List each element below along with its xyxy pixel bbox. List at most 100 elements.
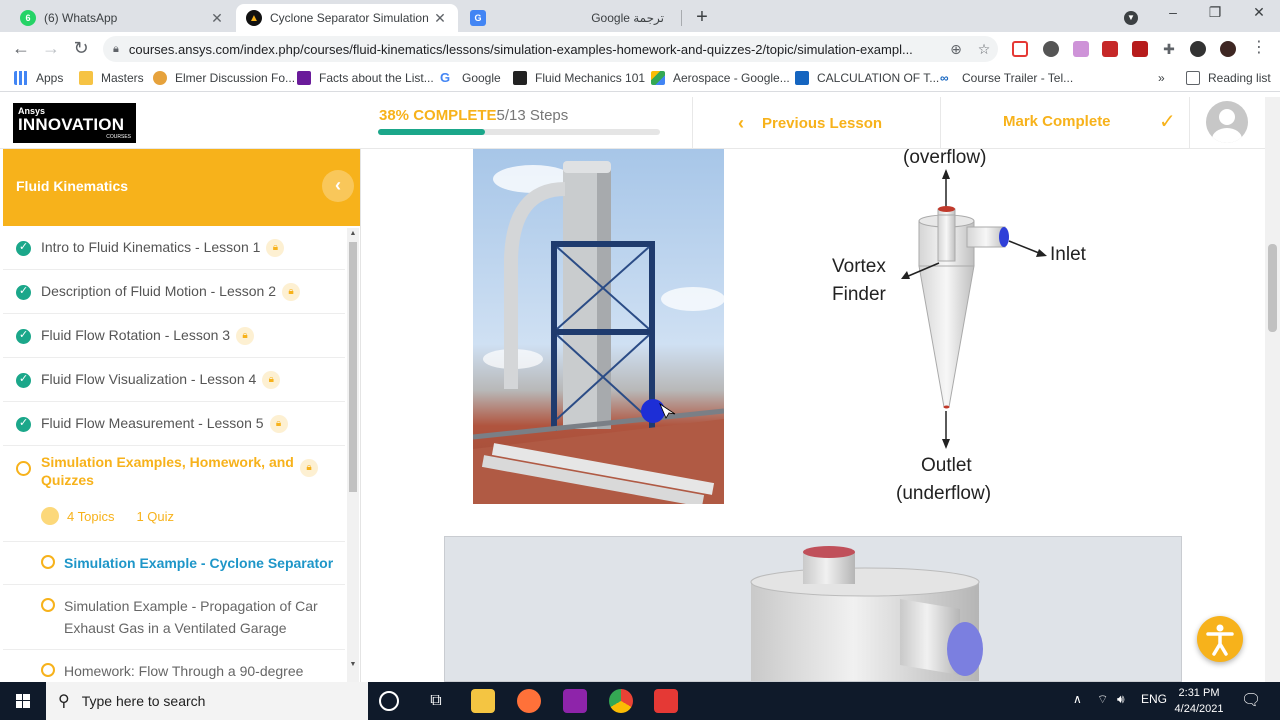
lesson-item[interactable]: Fluid Flow Measurement - Lesson 5 🔒︎ bbox=[3, 402, 345, 446]
page-scroll-thumb[interactable] bbox=[1268, 244, 1277, 332]
extension-icon[interactable] bbox=[1132, 41, 1148, 57]
taskbar-search-box[interactable]: ⚲ Type here to search bbox=[46, 682, 368, 720]
extension-icon[interactable] bbox=[1012, 41, 1028, 57]
reading-list-icon bbox=[1186, 71, 1200, 85]
extension-icon[interactable] bbox=[1073, 41, 1089, 57]
windows-logo-icon bbox=[16, 694, 30, 708]
bookmark-masters[interactable]: Masters bbox=[79, 71, 144, 85]
tray-chevron-icon[interactable]: ∧ bbox=[1073, 692, 1082, 706]
current-lesson-item[interactable]: Simulation Examples, Homework, and Quizz… bbox=[3, 446, 345, 542]
close-icon[interactable]: ✕ bbox=[432, 10, 448, 27]
bookmark-label: Course Trailer - Tel... bbox=[962, 71, 1074, 85]
lesson-topics-summary[interactable]: 4 Topics 1 Quiz bbox=[41, 507, 174, 525]
cortana-icon[interactable] bbox=[379, 691, 399, 711]
accessibility-icon bbox=[1206, 624, 1234, 656]
tab-whatsapp[interactable]: 6 (6) WhatsApp ✕ bbox=[10, 4, 235, 32]
checkmark-icon[interactable]: ✓ bbox=[1159, 109, 1176, 134]
ansys-innovation-logo[interactable]: Ansys INNOVATION COURSES bbox=[13, 103, 136, 143]
bookmark-google[interactable]: G Google bbox=[440, 71, 501, 85]
bookmark-star-icon[interactable]: ☆ bbox=[970, 41, 998, 58]
address-bar[interactable]: 🔒︎ courses.ansys.com/index.php/courses/f… bbox=[103, 36, 998, 62]
more-bookmarks-icon[interactable]: » bbox=[1158, 71, 1165, 85]
menu-dots-icon[interactable]: ⋮ bbox=[1248, 37, 1270, 57]
sidebar-scroll-thumb[interactable] bbox=[349, 242, 357, 492]
close-window-icon[interactable]: ✕ bbox=[1244, 4, 1274, 21]
link-icon: ∞ bbox=[940, 71, 949, 85]
topic-circle-icon bbox=[41, 555, 55, 569]
bookmark-apps[interactable]: Apps bbox=[14, 71, 63, 85]
app-icon[interactable] bbox=[563, 689, 587, 713]
taskbar-clock[interactable]: 2:31 PM 4/24/2021 bbox=[1168, 685, 1230, 717]
reload-icon[interactable]: ↻ bbox=[70, 38, 92, 59]
screen-recorder-icon[interactable] bbox=[654, 689, 678, 713]
windows-start-button[interactable] bbox=[0, 682, 46, 720]
volume-icon[interactable]: 🔊︎ bbox=[1117, 692, 1125, 707]
language-indicator[interactable]: ENG bbox=[1141, 692, 1167, 706]
scroll-up-icon[interactable]: ▲ bbox=[347, 230, 359, 237]
task-view-icon[interactable]: ⧉ bbox=[424, 689, 448, 713]
page-scrollbar[interactable] bbox=[1265, 97, 1280, 682]
new-tab-icon[interactable]: + bbox=[692, 6, 712, 29]
bookmark-fluid-mechanics[interactable]: Fluid Mechanics 101 bbox=[513, 71, 645, 85]
profile-avatar-icon[interactable] bbox=[1190, 41, 1206, 57]
user-avatar[interactable] bbox=[1206, 101, 1248, 143]
tab-google-translate[interactable]: G Google ترجمة bbox=[460, 4, 682, 32]
profile-dropdown-icon[interactable]: ▼ bbox=[1116, 7, 1146, 25]
extensions-puzzle-icon[interactable]: ✚ bbox=[1161, 41, 1177, 57]
chrome-icon[interactable] bbox=[609, 689, 633, 713]
industrial-cyclone-illustration bbox=[473, 161, 724, 504]
firefox-icon[interactable] bbox=[517, 689, 541, 713]
site-header: Ansys INNOVATION COURSES 38% COMPLETE5/1… bbox=[0, 97, 1280, 149]
lesson-label: Intro to Fluid Kinematics - Lesson 1 bbox=[41, 239, 261, 255]
logo-courses: COURSES bbox=[106, 134, 131, 140]
course-title[interactable]: Fluid Kinematics bbox=[16, 178, 128, 194]
bookmark-label: Facts about the List... bbox=[319, 71, 434, 85]
topic-item[interactable]: Simulation Example - Propagation of Car … bbox=[3, 585, 345, 650]
mark-complete-button[interactable]: Mark Complete bbox=[1003, 113, 1111, 130]
scroll-down-icon[interactable]: ▼ bbox=[347, 661, 359, 668]
apps-grid-icon bbox=[14, 71, 28, 85]
bookmark-course-trailer[interactable]: ∞ Course Trailer - Tel... bbox=[940, 71, 1073, 85]
forward-icon[interactable]: → bbox=[40, 38, 62, 59]
bookmark-elmer[interactable]: Elmer Discussion Fo... bbox=[153, 71, 295, 85]
extension-icon[interactable] bbox=[1043, 41, 1059, 57]
accessibility-button[interactable] bbox=[1197, 616, 1243, 662]
network-icon[interactable]: ⌔ bbox=[1097, 692, 1108, 707]
sidebar-scrollbar[interactable]: ▲ ▼ bbox=[347, 228, 359, 682]
topic-item[interactable]: Homework: Flow Through a 90-degree bbox=[3, 650, 345, 682]
progress-bar-fill bbox=[378, 129, 486, 135]
quiz-count: 1 Quiz bbox=[136, 508, 175, 524]
topic-item-active[interactable]: Simulation Example - Cyclone Separator bbox=[3, 542, 345, 585]
extension-icon[interactable] bbox=[1102, 41, 1118, 57]
zoom-icon[interactable]: ⊕ bbox=[942, 41, 970, 58]
cyclone-separator-photo bbox=[473, 149, 724, 504]
header-divider bbox=[940, 97, 941, 149]
in-progress-circle-icon bbox=[16, 461, 31, 476]
lesson-item[interactable]: Fluid Flow Rotation - Lesson 3 🔒︎ bbox=[3, 314, 345, 358]
reading-list-button[interactable]: Reading list bbox=[1186, 71, 1271, 85]
topic-circle-icon bbox=[41, 598, 55, 612]
notifications-icon[interactable]: 🗨︎ bbox=[1241, 690, 1261, 710]
tab-cyclone-separator[interactable]: ▲ Cyclone Separator Simulation Ex ✕ bbox=[236, 4, 458, 32]
back-icon[interactable]: ← bbox=[10, 38, 32, 59]
lesson-item[interactable]: Intro to Fluid Kinematics - Lesson 1 🔒︎ bbox=[3, 226, 345, 270]
bookmark-calculation[interactable]: CALCULATION OF T... bbox=[795, 71, 939, 85]
file-explorer-icon[interactable] bbox=[471, 689, 495, 713]
header-divider bbox=[692, 97, 693, 149]
minimize-icon[interactable]: – bbox=[1158, 4, 1188, 20]
close-icon[interactable]: ✕ bbox=[209, 10, 225, 27]
restore-icon[interactable]: ❐ bbox=[1200, 4, 1230, 21]
lock-icon: 🔒︎ bbox=[236, 327, 255, 346]
profile-picture[interactable] bbox=[1220, 41, 1236, 57]
fluid-mechanics-icon bbox=[513, 71, 527, 85]
topic-circle-icon bbox=[41, 663, 55, 677]
bookmark-aerospace[interactable]: Aerospace - Google... bbox=[651, 71, 790, 85]
bookmark-facts[interactable]: Facts about the List... bbox=[297, 71, 434, 85]
lesson-item[interactable]: Fluid Flow Visualization - Lesson 4 🔒︎ bbox=[3, 358, 345, 402]
lesson-item[interactable]: Description of Fluid Motion - Lesson 2 🔒︎ bbox=[3, 270, 345, 314]
lock-icon: 🔒︎ bbox=[262, 371, 281, 390]
course-sidebar: Fluid Kinematics ‹ Intro to Fluid Kinema… bbox=[3, 149, 361, 682]
previous-lesson-button[interactable]: ‹ Previous Lesson bbox=[738, 113, 882, 134]
collapse-sidebar-button[interactable]: ‹ bbox=[322, 170, 354, 202]
chevron-left-icon: ‹ bbox=[738, 113, 744, 133]
